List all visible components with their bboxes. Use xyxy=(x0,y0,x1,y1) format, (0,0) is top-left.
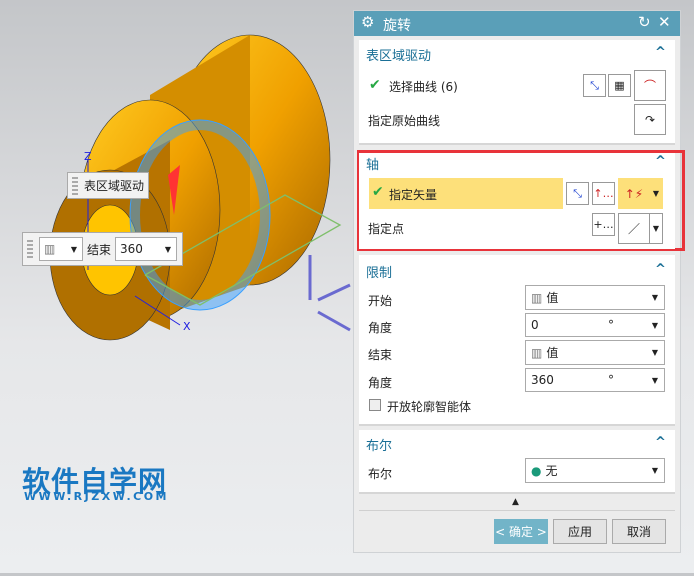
divider xyxy=(359,510,675,511)
boolean-value: 无 xyxy=(545,464,558,478)
boolean-none-icon: ● xyxy=(531,463,542,478)
section-title[interactable]: 限制 xyxy=(366,262,392,281)
end-label: 结束 xyxy=(87,242,112,257)
section-title[interactable]: 布尔 xyxy=(366,435,392,454)
collapse-icon[interactable]: ^ xyxy=(655,45,666,60)
section-region: 表区域驱动 ^ ✔ 选择曲线 (6) ⤡ ▦ ⌒ 指定原始曲线 ↷ xyxy=(359,40,675,145)
revolve-dialog: ⚙ 旋转 ↻ ✕ 表区域驱动 ^ ✔ 选择曲线 (6) ⤡ ▦ ⌒ 指定原始曲线… xyxy=(353,10,685,553)
sketch-button[interactable]: ▦ xyxy=(608,74,631,97)
z-axis-label: Z xyxy=(84,150,92,163)
unit-label: ° xyxy=(608,318,614,332)
specify-point-label: 指定点 xyxy=(368,222,405,236)
expand-more-icon[interactable]: ▲ xyxy=(512,497,519,507)
start-type-dropdown[interactable]: ▥ 值 ▼ xyxy=(525,285,665,310)
x-axis-label: X xyxy=(183,320,191,333)
end-value: 360 xyxy=(120,242,143,256)
close-icon[interactable]: ✕ xyxy=(658,13,671,31)
end-type-value: 值 xyxy=(546,346,559,360)
point-dialog-icon: +… xyxy=(593,218,614,231)
vector-dialog-icon: ↑… xyxy=(593,187,614,200)
inferred-point-button[interactable]: ／ xyxy=(618,213,650,244)
dialog-title: 旋转 xyxy=(383,18,411,34)
end-value-field[interactable]: 360 ▼ xyxy=(115,237,178,261)
end-angle-value: 360 xyxy=(531,373,554,387)
curve-arrow-icon: ↷ xyxy=(644,112,656,127)
region-tooltip[interactable]: 表区域驱动 xyxy=(67,172,149,199)
line-point-icon: ／ xyxy=(627,222,640,236)
start-angle-label: 角度 xyxy=(368,321,393,335)
boolean-dropdown[interactable]: ● 无 ▼ xyxy=(525,458,665,483)
collapse-icon[interactable]: ^ xyxy=(655,435,666,450)
drag-handle[interactable] xyxy=(27,240,33,258)
value-type-icon: ▥ xyxy=(531,290,543,305)
drag-handle[interactable] xyxy=(72,176,78,195)
reset-icon[interactable]: ↻ xyxy=(638,13,651,31)
value-type-icon: ▥ xyxy=(44,242,56,256)
unit-label: ° xyxy=(608,373,614,387)
sketch-icon: ▦ xyxy=(614,79,625,92)
start-label: 开始 xyxy=(368,294,393,308)
ok-button[interactable]: < 确定 > xyxy=(494,519,548,544)
start-type-value: 值 xyxy=(546,291,559,305)
section-boolean: 布尔 ^ 布尔 ● 无 ▼ xyxy=(359,430,675,494)
limit-type-dropdown[interactable]: ▥ ▼ xyxy=(39,237,83,261)
specify-vector-row[interactable]: ✔ 指定矢量 xyxy=(369,178,563,209)
apply-button[interactable]: 应用 xyxy=(553,519,607,544)
inferred-vector-button[interactable]: ↑⚡ xyxy=(618,178,650,209)
reverse-direction-button[interactable]: ⤡ xyxy=(583,74,606,97)
start-angle-field[interactable]: 0 ° ▼ xyxy=(525,313,665,337)
collapse-icon[interactable]: ^ xyxy=(655,154,666,169)
end-angle-label: 角度 xyxy=(368,376,393,390)
end-label: 结束 xyxy=(368,348,393,362)
collapse-icon[interactable]: ^ xyxy=(655,262,666,277)
check-icon: ✔ xyxy=(372,184,384,200)
section-axis: 轴 ^ ✔ 指定矢量 ⤡ ↑… ↑⚡ ▼ 指定点 +… ／ ▼ xyxy=(359,153,675,249)
point-dialog-button[interactable]: +… xyxy=(592,213,615,236)
curve-select-button[interactable]: ⌒ xyxy=(634,70,666,101)
reverse-vector-button[interactable]: ⤡ xyxy=(566,182,589,205)
select-curve-label[interactable]: 选择曲线 (6) xyxy=(389,78,458,95)
gear-icon[interactable]: ⚙ xyxy=(361,13,374,31)
boolean-label: 布尔 xyxy=(368,467,393,481)
end-type-dropdown[interactable]: ▥ 值 ▼ xyxy=(525,340,665,365)
point-type-dropdown[interactable]: ▼ xyxy=(650,213,663,244)
section-title[interactable]: 轴 xyxy=(366,154,379,173)
specify-vector-label: 指定矢量 xyxy=(389,188,438,202)
vector-dialog-button[interactable]: ↑… xyxy=(592,182,615,205)
vector-type-dropdown[interactable]: ▼ xyxy=(650,178,663,209)
watermark-url: WWW.RJZXW.COM xyxy=(24,490,169,503)
origin-curve-button[interactable]: ↷ xyxy=(634,104,666,135)
curve-icon: ⌒ xyxy=(643,79,656,93)
check-icon: ✔ xyxy=(369,77,381,93)
origin-curve-label: 指定原始曲线 xyxy=(368,114,441,128)
graphics-viewport[interactable]: Z X 表区域驱动 ▥ ▼ 结束 360 ▼ 软件自学网 WWW.RJZXW.COM xyxy=(0,0,352,573)
section-title[interactable]: 表区域驱动 xyxy=(366,45,431,64)
start-angle-value: 0 xyxy=(531,318,539,332)
end-angle-field[interactable]: 360 ° ▼ xyxy=(525,368,665,392)
tooltip-label: 表区域驱动 xyxy=(84,179,145,193)
end-angle-toolbar: ▥ ▼ 结束 360 ▼ xyxy=(22,232,183,266)
open-profile-checkbox[interactable] xyxy=(369,399,381,411)
reverse-icon: ⤡ xyxy=(590,78,599,92)
inferred-vector-icon: ↑⚡ xyxy=(624,186,644,201)
cancel-button[interactable]: 取消 xyxy=(612,519,666,544)
value-type-icon: ▥ xyxy=(531,345,543,360)
dialog-titlebar: ⚙ 旋转 ↻ ✕ xyxy=(354,11,680,36)
section-limits: 限制 ^ 开始 ▥ 值 ▼ 角度 0 ° ▼ 结束 ▥ 值 ▼ 角度 360 ° ▼ 开放轮廓智… xyxy=(359,255,675,426)
reverse-icon: ⤡ xyxy=(573,186,582,200)
open-profile-label: 开放轮廓智能体 xyxy=(387,400,472,414)
